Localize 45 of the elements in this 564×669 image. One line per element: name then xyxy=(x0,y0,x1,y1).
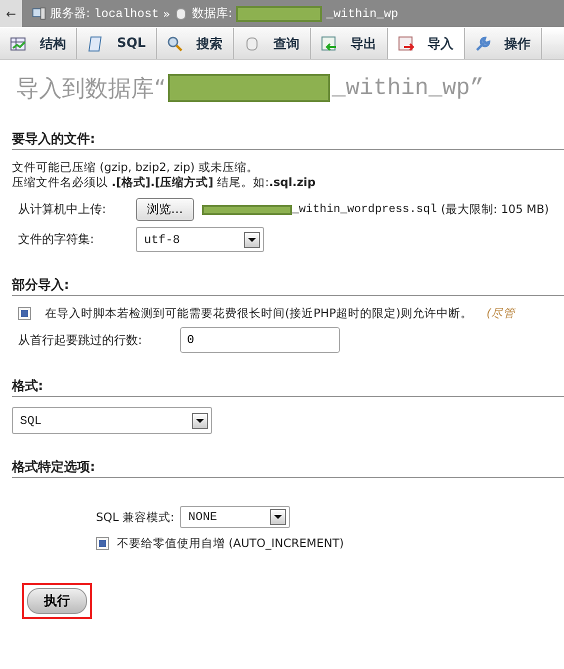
tab[interactable]: 结构 xyxy=(0,28,77,59)
page-title: 导入到数据库“ xyxy=(16,74,166,104)
server-icon xyxy=(32,6,46,20)
wrench-icon xyxy=(474,36,491,52)
hint-text: (尽管 xyxy=(486,306,515,321)
checkbox-label: 不要给零值使用自增 (AUTO_INCREMENT) xyxy=(117,536,344,551)
field-label: 从首行起要跳过的行数: xyxy=(18,332,142,348)
field-label: 从计算机中上传: xyxy=(18,201,108,218)
tab[interactable]: 导入 xyxy=(388,28,465,59)
tab[interactable]: 查询 xyxy=(234,28,311,59)
checkbox-label: 在导入时脚本若检测到可能需要花费很长时间(接近PHP超时的限定)则允许中断。 xyxy=(45,306,472,321)
database-icon xyxy=(174,6,188,20)
field-label: SQL 兼容模式: xyxy=(96,510,174,524)
skip-rows-field[interactable]: 0 xyxy=(180,327,340,353)
checkbox[interactable] xyxy=(18,307,31,320)
export-icon xyxy=(320,36,337,52)
search-icon xyxy=(166,36,183,52)
section-title: 格式特定选项: xyxy=(12,458,564,478)
tab[interactable]: SQL xyxy=(77,28,157,59)
database-icon xyxy=(244,36,260,52)
separator: » xyxy=(162,6,170,20)
checkbox[interactable] xyxy=(96,537,109,550)
field-label: 文件的字符集: xyxy=(18,231,96,248)
compat-select[interactable]: NONE xyxy=(180,506,290,528)
table-icon xyxy=(10,36,26,52)
go-button[interactable]: 执行 xyxy=(27,588,87,614)
format-select[interactable]: SQL xyxy=(12,407,212,434)
tab[interactable]: 导出 xyxy=(310,28,388,59)
browse-button[interactable]: 浏览… xyxy=(136,198,194,221)
database-label: 数据库: xyxy=(192,5,232,22)
tab[interactable]: 搜索 xyxy=(156,28,234,59)
import-icon xyxy=(398,36,414,52)
server-label: 服务器: xyxy=(50,5,90,22)
size-limit: (最大限制: 105 MB) xyxy=(440,202,549,217)
help-text: 压缩文件名必须以 .[格式].[压缩方式] 结尾。如:.sql.zip xyxy=(12,175,317,190)
server-link[interactable]: localhost xyxy=(94,6,159,20)
section-title: 部分导入: xyxy=(12,276,564,296)
charset-select[interactable]: utf-8 xyxy=(136,227,264,252)
section-title: 格式: xyxy=(12,377,564,397)
tab[interactable]: 操作 xyxy=(464,28,542,59)
file-name: _within_wordpress.sql xyxy=(292,203,437,216)
page-title: _within_wp” xyxy=(332,75,484,101)
database-link[interactable]: _within_wp xyxy=(326,6,398,20)
section-title: 要导入的文件: xyxy=(12,130,564,150)
help-text: 文件可能已压缩 (gzip, bzip2, zip) 或未压缩。 xyxy=(12,160,260,175)
